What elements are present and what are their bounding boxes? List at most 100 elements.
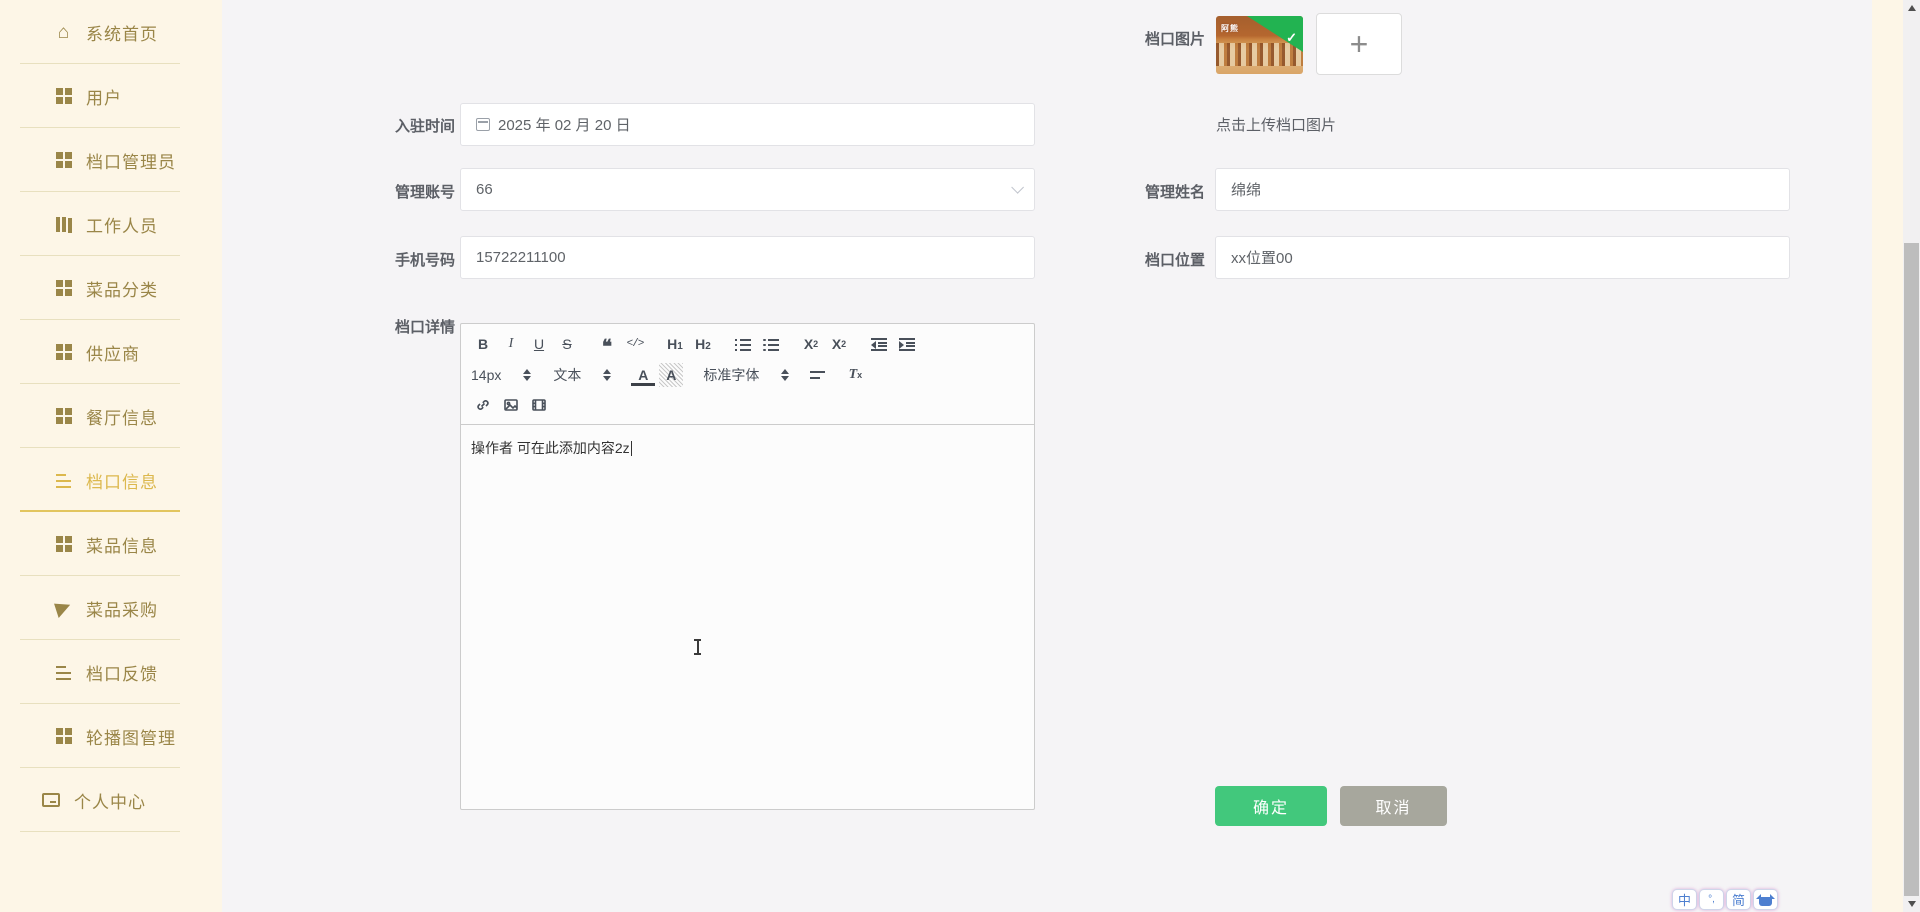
ime-language-button[interactable]: 中 [1672,889,1697,910]
sidebar-item-dish-categories[interactable]: 菜品分类 [0,256,222,320]
ordered-list-icon[interactable] [731,332,755,356]
sidebar-item-label: 系统首页 [86,24,158,44]
admin-name-value: 绵绵 [1231,182,1262,199]
sidebar-item-label: 档口管理员 [86,152,176,172]
sidebar-item-label: 供应商 [86,344,140,364]
editor-content-text: 操作者 可在此添加内容2z [471,440,630,456]
background-color-button[interactable]: A [659,363,684,387]
sidebar-item-carousel-mgmt[interactable]: 轮播图管理 [0,704,222,768]
subscript-button[interactable]: X2 [799,332,823,356]
sidebar-item-staff[interactable]: 工作人员 [0,192,222,256]
calendar-icon [476,118,490,131]
outdent-icon[interactable] [867,332,891,356]
paper-plane-icon [55,600,72,617]
booth-photo-label: 档口图片 [1144,31,1205,48]
admin-name-label: 管理姓名 [1144,184,1205,201]
link-icon[interactable] [471,393,495,417]
sidebar-item-home[interactable]: ⌂ 系统首页 [0,0,222,64]
phone-input[interactable]: 15722211100 [460,236,1035,279]
bullet-list-icon[interactable] [759,332,783,356]
sidebar-item-booth-feedback[interactable]: 档口反馈 [0,640,222,704]
video-icon[interactable] [527,393,551,417]
plus-icon: + [1349,25,1369,62]
booth-location-value: xx位置00 [1231,250,1293,267]
check-icon: ✓ [1286,30,1297,45]
phone-label: 手机号码 [394,252,455,269]
grid-icon [55,536,72,553]
sidebar-item-suppliers[interactable]: 供应商 [0,320,222,384]
thumbnail-sign-text: 阿熊 [1221,24,1239,33]
heading1-button[interactable]: H1 [663,332,687,356]
rich-text-editor: B I U S ❝ </> H1 H2 X2 X2 14px 文本 A A 标准… [460,323,1035,810]
sidebar-item-label: 菜品信息 [86,536,158,556]
admin-name-input[interactable]: 绵绵 [1215,168,1790,211]
updown-arrows-icon [523,369,532,381]
sidebar-item-profile[interactable]: 个人中心 [0,768,222,832]
chevron-down-icon [1011,181,1024,194]
font-size-select[interactable]: 14px [471,367,532,383]
heading2-button[interactable]: H2 [691,332,715,356]
superscript-button[interactable]: X2 [827,332,851,356]
cancel-button[interactable]: 取消 [1340,786,1447,826]
admin-account-select[interactable]: 66 [460,168,1035,211]
booth-location-input[interactable]: xx位置00 [1215,236,1790,279]
booth-photo-thumbnail[interactable]: 阿熊 ✓ [1216,16,1303,74]
grid-icon [55,280,72,297]
join-time-label: 入驻时间 [394,118,455,135]
ime-skin-button[interactable] [1753,889,1778,910]
id-card-icon [42,793,60,807]
join-time-input[interactable]: 2025 年 02 月 20 日 [460,103,1035,146]
ime-toolbar: 中 °, 简 [1672,889,1778,910]
phone-value: 15722211100 [476,249,566,266]
join-time-value: 2025 年 02 月 20 日 [498,117,631,134]
sidebar-item-restaurant-info[interactable]: 餐厅信息 [0,384,222,448]
sidebar-item-booth-info[interactable]: 档口信息 [0,448,222,512]
sidebar-item-dish-purchase[interactable]: 菜品采购 [0,576,222,640]
sidebar-item-booth-admins[interactable]: 档口管理员 [0,128,222,192]
sidebar: ⌂ 系统首页 用户 档口管理员 工作人员 菜品分类 供应商 餐厅信息 档口信息 … [0,0,222,912]
align-icon[interactable] [805,363,829,387]
home-icon: ⌂ [57,21,70,43]
scroll-down-arrow[interactable] [1903,896,1920,912]
italic-button[interactable]: I [499,332,523,356]
booth-edit-form: 档口图片 阿熊 ✓ + 点击上传档口图片 入驻时间 2025 年 02 月 20… [222,0,1872,912]
indent-icon[interactable] [895,332,919,356]
list-icon [55,472,72,489]
shirt-icon [1756,893,1775,906]
page-scrollbar[interactable] [1903,0,1920,912]
strikethrough-button[interactable]: S [555,332,579,356]
font-family-select[interactable]: 标准字体 [703,365,790,385]
scroll-up-arrow[interactable] [1903,0,1920,16]
library-icon [55,216,72,233]
clear-format-button[interactable]: Tx [843,363,867,387]
sidebar-item-users[interactable]: 用户 [0,64,222,128]
admin-account-label: 管理账号 [394,184,455,201]
grid-icon [55,728,72,745]
booth-detail-label: 档口详情 [394,319,455,336]
upload-hint-text: 点击上传档口图片 [1216,117,1337,134]
sidebar-item-label: 个人中心 [74,792,146,812]
code-block-button[interactable]: </> [623,332,647,356]
text-style-select[interactable]: 文本 [553,365,612,385]
image-icon[interactable] [499,393,523,417]
sidebar-item-label: 轮播图管理 [86,728,176,748]
grid-icon [55,408,72,425]
updown-arrows-icon [781,369,790,381]
sidebar-item-dish-info[interactable]: 菜品信息 [0,512,222,576]
confirm-button[interactable]: 确定 [1215,786,1327,826]
sidebar-item-label: 档口信息 [86,472,158,492]
sidebar-item-label: 菜品分类 [86,280,158,300]
ime-simplified-button[interactable]: 简 [1726,889,1751,910]
editor-content-area[interactable]: 操作者 可在此添加内容2z [461,425,1034,825]
ime-punctuation-button[interactable]: °, [1699,889,1724,910]
underline-button[interactable]: U [527,332,551,356]
text-color-button[interactable]: A [631,366,656,386]
scrollbar-thumb[interactable] [1904,243,1919,896]
bold-button[interactable]: B [471,332,495,356]
text-caret [630,441,632,456]
blockquote-button[interactable]: ❝ [595,332,619,357]
grid-icon [55,152,72,169]
updown-arrows-icon [603,369,612,381]
sidebar-item-label: 工作人员 [86,216,158,236]
add-photo-button[interactable]: + [1316,13,1402,75]
